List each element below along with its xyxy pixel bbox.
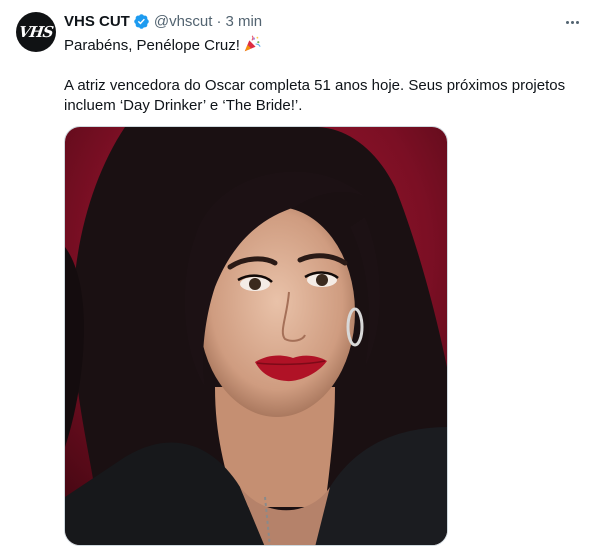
verified-badge-icon (134, 13, 149, 29)
avatar[interactable]: VHS (16, 12, 56, 52)
tweet-line-3: incluem ‘Day Drinker’ e ‘The Bride!’. (64, 97, 303, 114)
tweet-text-line: Parabéns, Penélope Cruz! (64, 35, 584, 56)
more-options-icon[interactable] (562, 12, 582, 32)
avatar-logo-text: VHS (17, 23, 55, 41)
tweet-line-2: A atriz vencedora do Oscar completa 51 a… (64, 77, 566, 94)
separator-dot: · (216, 12, 222, 30)
timestamp[interactable]: 3 min (225, 13, 262, 30)
portrait-image (65, 127, 447, 545)
tweet-photo[interactable] (64, 126, 448, 546)
tweet[interactable]: VHS VHS CUT @vhscut · 3 min Parabéns, Pe… (0, 0, 599, 546)
tweet-header: VHS CUT @vhscut · 3 min (64, 11, 262, 31)
tweet-line-1: Parabéns, Penélope Cruz! (64, 37, 240, 54)
author-handle[interactable]: @vhscut (154, 13, 213, 30)
tweet-text: Parabéns, Penélope Cruz! A atriz vencedo… (64, 35, 584, 116)
author-name[interactable]: VHS CUT (64, 13, 130, 30)
party-popper-icon (244, 35, 261, 52)
